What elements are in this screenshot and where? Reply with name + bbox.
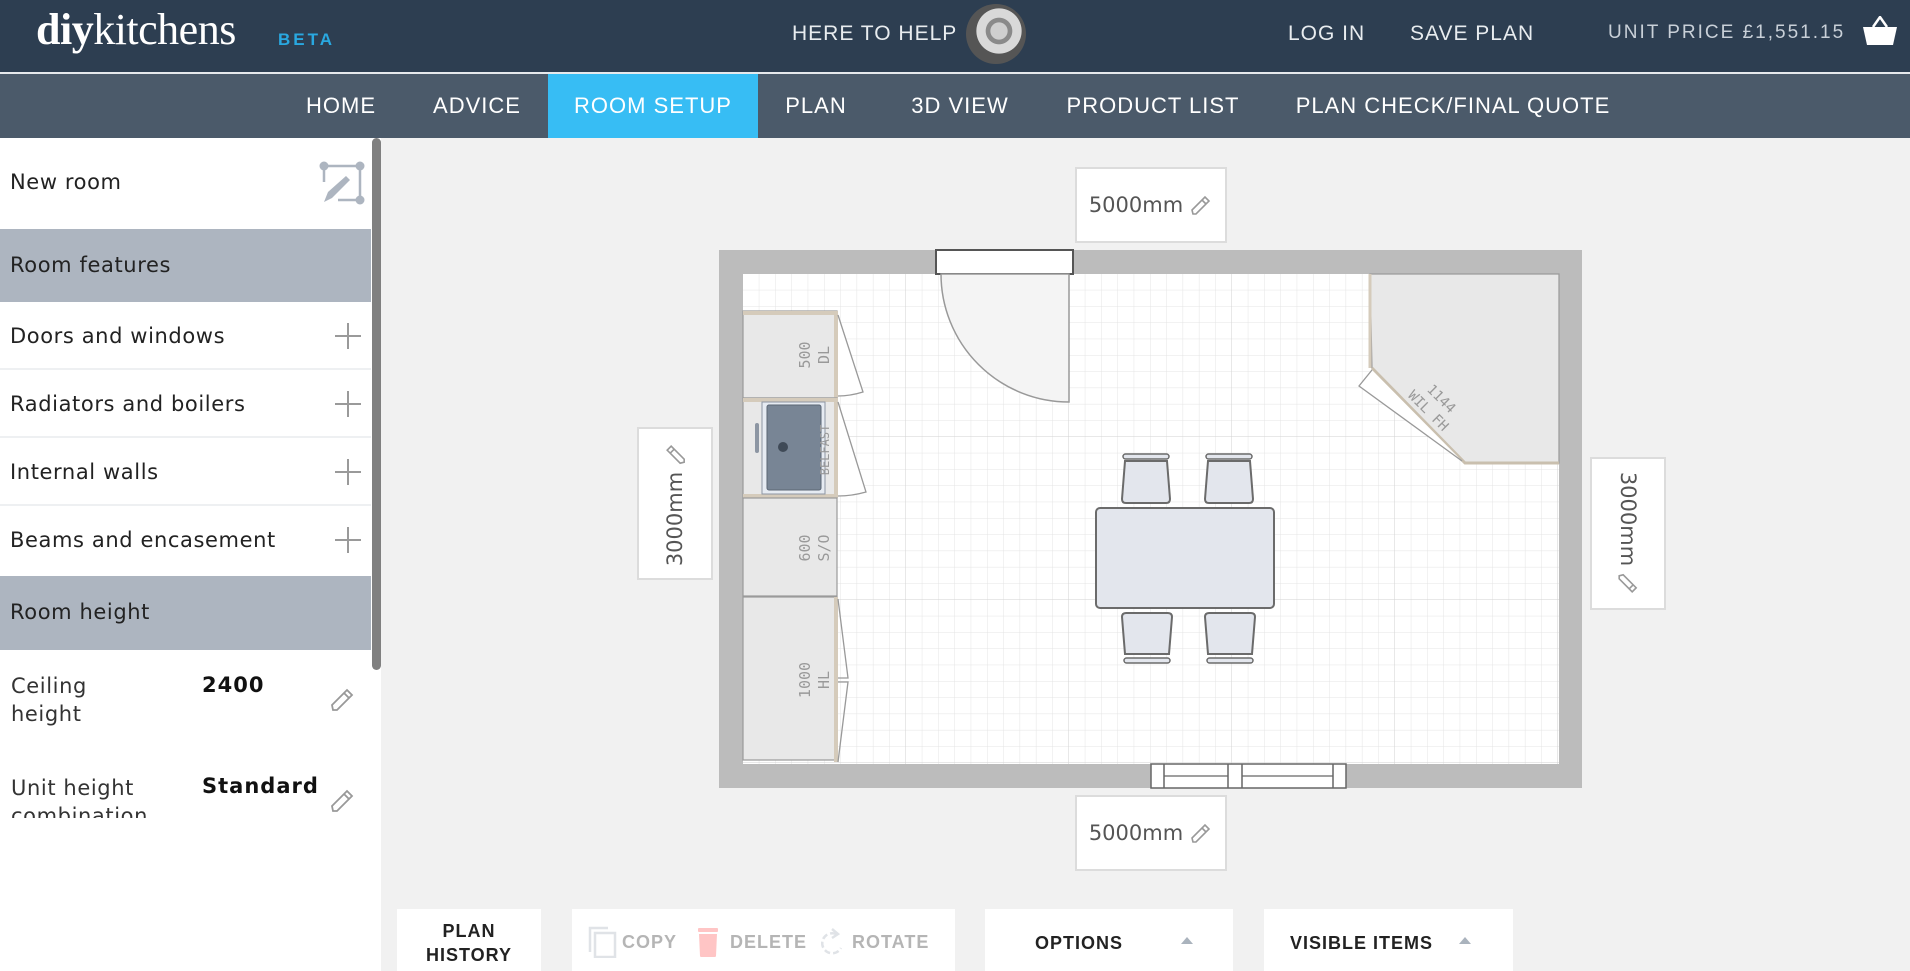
dimension-bottom-value: 5000mm	[1088, 821, 1184, 845]
edit-actions-group: COPY DELETE ROTATE	[572, 909, 955, 971]
unit-height-row: Unit height combination Standard	[0, 768, 371, 818]
save-plan-link[interactable]: SAVE PLAN	[1410, 22, 1534, 46]
unit-label: 600	[796, 534, 814, 561]
unit-label: BELFAST	[818, 425, 832, 476]
caret-up-icon	[1459, 937, 1471, 944]
rotate-label: ROTATE	[852, 931, 930, 952]
room-setup-sidebar: New room Room features Doors and windows…	[0, 138, 381, 971]
edit-pencil-icon[interactable]	[328, 686, 356, 714]
plus-icon[interactable]	[335, 391, 361, 417]
unit-label: S/O	[815, 534, 833, 561]
ceiling-height-label: Ceiling height	[11, 674, 87, 726]
unit-label: 500	[796, 341, 814, 368]
ceiling-height-value: 2400	[202, 673, 265, 697]
feature-item-label: Beams and encasement	[10, 528, 276, 552]
dimension-top-value: 5000mm	[1088, 193, 1184, 217]
delete-label: DELETE	[730, 931, 808, 952]
kitchen-unit-1000-hl[interactable]: 1000 HL	[742, 596, 849, 763]
trash-icon	[698, 928, 718, 957]
plan-history-button[interactable]: PLAN HISTORY	[397, 909, 541, 971]
here-to-help-link[interactable]: HERE TO HELP	[792, 22, 957, 46]
nav-tab-plan-check[interactable]: PLAN CHECK/FINAL QUOTE	[1290, 74, 1616, 138]
plan-history-label-line2: HISTORY	[425, 945, 512, 965]
new-room-row[interactable]: New room	[0, 138, 371, 229]
visible-items-dropdown[interactable]: VISIBLE ITEMS	[1264, 909, 1513, 971]
nav-tab-plan[interactable]: PLAN	[772, 74, 860, 138]
help-agent-avatar[interactable]	[966, 4, 1026, 64]
nav-tab-home[interactable]: HOME	[290, 74, 392, 138]
delete-button[interactable]: DELETE	[696, 926, 807, 958]
feature-item-beams-encasement[interactable]: Beams and encasement	[0, 506, 371, 574]
dimension-bottom[interactable]: 5000mm	[1075, 795, 1227, 871]
chair	[1120, 453, 1172, 504]
nav-tab-advice[interactable]: ADVICE	[418, 74, 536, 138]
unit-height-label: Unit height combination	[11, 776, 149, 818]
nav-tab-room-setup[interactable]: ROOM SETUP	[548, 74, 758, 138]
new-room-label: New room	[10, 170, 122, 194]
logo-bold-text: diy	[36, 5, 94, 54]
options-dropdown[interactable]: OPTIONS	[985, 909, 1233, 971]
feature-item-doors-windows[interactable]: Doors and windows	[0, 302, 371, 370]
edit-pencil-icon[interactable]	[1189, 193, 1213, 217]
edit-pencil-icon[interactable]	[328, 787, 356, 815]
unit-label: 1000	[796, 662, 814, 698]
caret-up-icon	[1181, 937, 1193, 944]
unit-height-value: Standard	[202, 774, 319, 798]
plus-icon[interactable]	[335, 527, 361, 553]
edit-pencil-icon[interactable]	[1616, 572, 1640, 596]
feature-item-label: Radiators and boilers	[10, 392, 246, 416]
copy-label: COPY	[622, 931, 678, 952]
chair	[1203, 453, 1255, 504]
room-features-section: Room features	[0, 229, 371, 302]
nav-tab-3d-view[interactable]: 3D VIEW	[898, 74, 1022, 138]
main-nav: HOME ADVICE ROOM SETUP PLAN 3D VIEW PROD…	[0, 74, 1910, 138]
copy-button[interactable]: COPY	[588, 926, 677, 958]
logo-text: kitchens	[93, 5, 236, 54]
unit-label: DL	[815, 346, 833, 364]
unit-price: UNIT PRICE £1,551.15	[1608, 22, 1846, 43]
dimension-left-value: 3000mm	[663, 471, 688, 566]
feature-item-radiators-boilers[interactable]: Radiators and boilers	[0, 370, 371, 438]
rotate-icon	[820, 928, 843, 955]
feature-item-internal-walls[interactable]: Internal walls	[0, 438, 371, 506]
dimension-right[interactable]: 3000mm	[1590, 457, 1666, 610]
room-height-section: Room height	[0, 576, 371, 650]
plan-history-label-line1: PLAN	[442, 921, 496, 941]
plus-icon[interactable]	[335, 323, 361, 349]
diy-kitchens-logo[interactable]: diykitchens	[36, 4, 236, 55]
plus-icon[interactable]	[335, 459, 361, 485]
login-link[interactable]: LOG IN	[1288, 22, 1365, 46]
nav-tab-product-list[interactable]: PRODUCT LIST	[1060, 74, 1246, 138]
edit-pencil-icon[interactable]	[1189, 821, 1213, 845]
room-height-heading: Room height	[10, 600, 151, 624]
rotate-button[interactable]: ROTATE	[820, 926, 929, 958]
options-label: OPTIONS	[1035, 933, 1124, 953]
dimension-left[interactable]: 3000mm	[637, 427, 713, 580]
feature-item-label: Internal walls	[10, 460, 159, 484]
beta-badge: BETA	[278, 30, 336, 49]
kitchen-unit-600-so[interactable]: 600 S/O	[742, 497, 838, 597]
sidebar-scrollbar[interactable]	[372, 138, 381, 670]
dimension-top[interactable]: 5000mm	[1075, 167, 1227, 243]
window[interactable]	[1150, 763, 1347, 789]
edit-pencil-icon[interactable]	[663, 441, 687, 465]
copy-icon	[588, 926, 617, 958]
feature-item-label: Doors and windows	[10, 324, 226, 348]
room-features-heading: Room features	[10, 253, 172, 277]
visible-items-label: VISIBLE ITEMS	[1290, 933, 1434, 953]
top-header: diykitchens BETA HERE TO HELP LOG IN SAV…	[0, 0, 1910, 72]
basket-icon[interactable]	[1862, 16, 1898, 46]
draw-room-icon[interactable]	[318, 160, 366, 208]
unit-label: HL	[815, 671, 833, 689]
dimension-right-value: 3000mm	[1616, 471, 1641, 566]
